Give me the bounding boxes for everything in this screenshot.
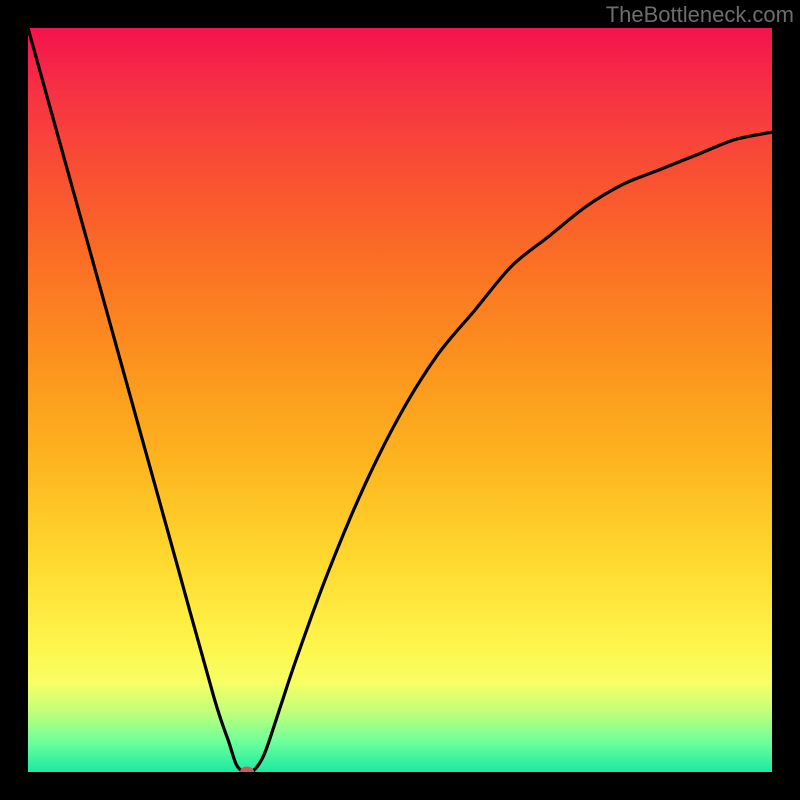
- frame-border-bottom: [0, 772, 800, 800]
- frame-border-right: [772, 0, 800, 800]
- chart-frame: TheBottleneck.com: [0, 0, 800, 800]
- frame-border-left: [0, 0, 28, 800]
- watermark-text: TheBottleneck.com: [606, 2, 794, 28]
- plot-area: [28, 28, 772, 772]
- bottleneck-curve: [28, 28, 772, 772]
